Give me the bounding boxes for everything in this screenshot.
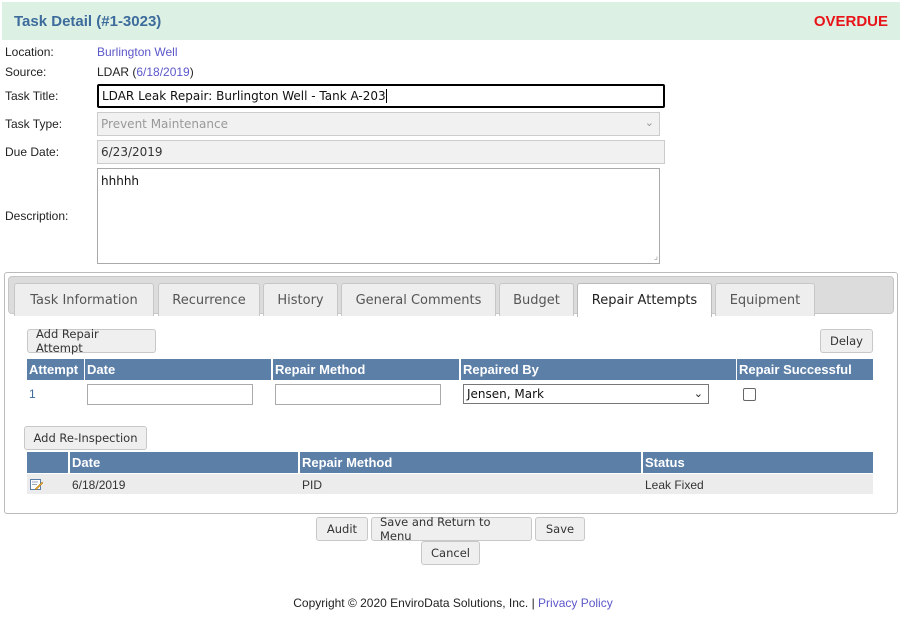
task-header: Task Detail (#1-3023) OVERDUE (2, 2, 900, 40)
description-textarea[interactable]: hhhhh ⌟ (97, 168, 660, 264)
reinspection-method: PID (302, 478, 323, 492)
header-repaired-by: Repaired By (461, 359, 736, 380)
task-type-value: Prevent Maintenance (101, 117, 228, 131)
repair-successful-checkbox[interactable] (743, 388, 756, 401)
source-label: Source: (5, 65, 47, 79)
source-prefix: LDAR ( (97, 65, 137, 79)
delay-button[interactable]: Delay (820, 329, 873, 353)
reinspection-status: Leak Fixed (645, 478, 704, 492)
cancel-button[interactable]: Cancel (421, 541, 480, 565)
chevron-down-icon: ⌄ (644, 116, 654, 129)
task-title-input[interactable]: LDAR Leak Repair: Burlington Well - Tank… (97, 84, 665, 108)
save-button[interactable]: Save (535, 517, 585, 541)
header-attempt: Attempt (27, 359, 84, 380)
source-suffix: ) (189, 65, 194, 79)
reinspection-date: 6/18/2019 (72, 478, 126, 492)
overdue-status-badge: OVERDUE (813, 12, 888, 30)
tab-bar: Task Information Recurrence History Gene… (8, 276, 894, 317)
add-repair-attempt-button[interactable]: Add Repair Attempt (27, 327, 156, 355)
repair-date-input[interactable] (87, 384, 253, 405)
location-label: Location: (5, 45, 54, 59)
task-type-select[interactable]: Prevent Maintenance ⌄ (97, 112, 660, 136)
tab-budget[interactable]: Budget (499, 283, 574, 316)
header-repair-method: Repair Method (273, 359, 459, 380)
header-edit (27, 452, 68, 473)
save-and-return-button[interactable]: Save and Return to Menu (371, 515, 532, 543)
table-row (27, 474, 873, 494)
location-link[interactable]: Burlington Well (97, 45, 177, 59)
attempt-number: 1 (29, 387, 36, 401)
repair-method-input[interactable] (275, 384, 441, 405)
footer: Copyright © 2020 EnviroData Solutions, I… (0, 596, 906, 610)
edit-icon[interactable] (30, 478, 44, 491)
source-date-link[interactable]: 6/18/2019 (136, 65, 189, 79)
tab-task-information[interactable]: Task Information (14, 283, 154, 316)
description-value: hhhhh (101, 174, 140, 188)
chevron-down-icon: ⌄ (693, 387, 703, 400)
source-value: LDAR (6/18/2019) (97, 65, 194, 79)
task-title-value: LDAR Leak Repair: Burlington Well - Tank… (102, 89, 386, 103)
task-type-label: Task Type: (5, 117, 63, 131)
repaired-by-select[interactable]: Jensen, Mark ⌄ (463, 384, 709, 404)
repaired-by-value: Jensen, Mark (467, 387, 544, 401)
header-date: Date (85, 359, 271, 380)
due-date-input[interactable]: 6/23/2019 (97, 140, 665, 164)
copyright-text: Copyright © 2020 EnviroData Solutions, I… (293, 596, 539, 610)
tab-general-comments[interactable]: General Comments (341, 283, 496, 316)
tab-recurrence[interactable]: Recurrence (158, 283, 260, 316)
tab-history[interactable]: History (263, 283, 338, 316)
header-reinspection-date: Date (70, 452, 298, 473)
add-re-inspection-button[interactable]: Add Re-Inspection (24, 426, 147, 450)
task-title-label: Task Title: (5, 89, 59, 103)
audit-button[interactable]: Audit (316, 517, 368, 541)
tab-equipment[interactable]: Equipment (715, 283, 815, 316)
due-date-label: Due Date: (5, 145, 60, 159)
privacy-policy-link[interactable]: Privacy Policy (538, 596, 613, 610)
tab-repair-attempts[interactable]: Repair Attempts (577, 283, 712, 317)
description-label: Description: (5, 209, 69, 223)
resize-handle-icon[interactable]: ⌟ (654, 252, 658, 262)
page-title: Task Detail (#1-3023) (14, 12, 162, 30)
header-repair-successful: Repair Successful (737, 359, 873, 380)
due-date-value: 6/23/2019 (101, 145, 163, 159)
header-reinspection-method: Repair Method (300, 452, 641, 473)
header-status: Status (643, 452, 873, 473)
